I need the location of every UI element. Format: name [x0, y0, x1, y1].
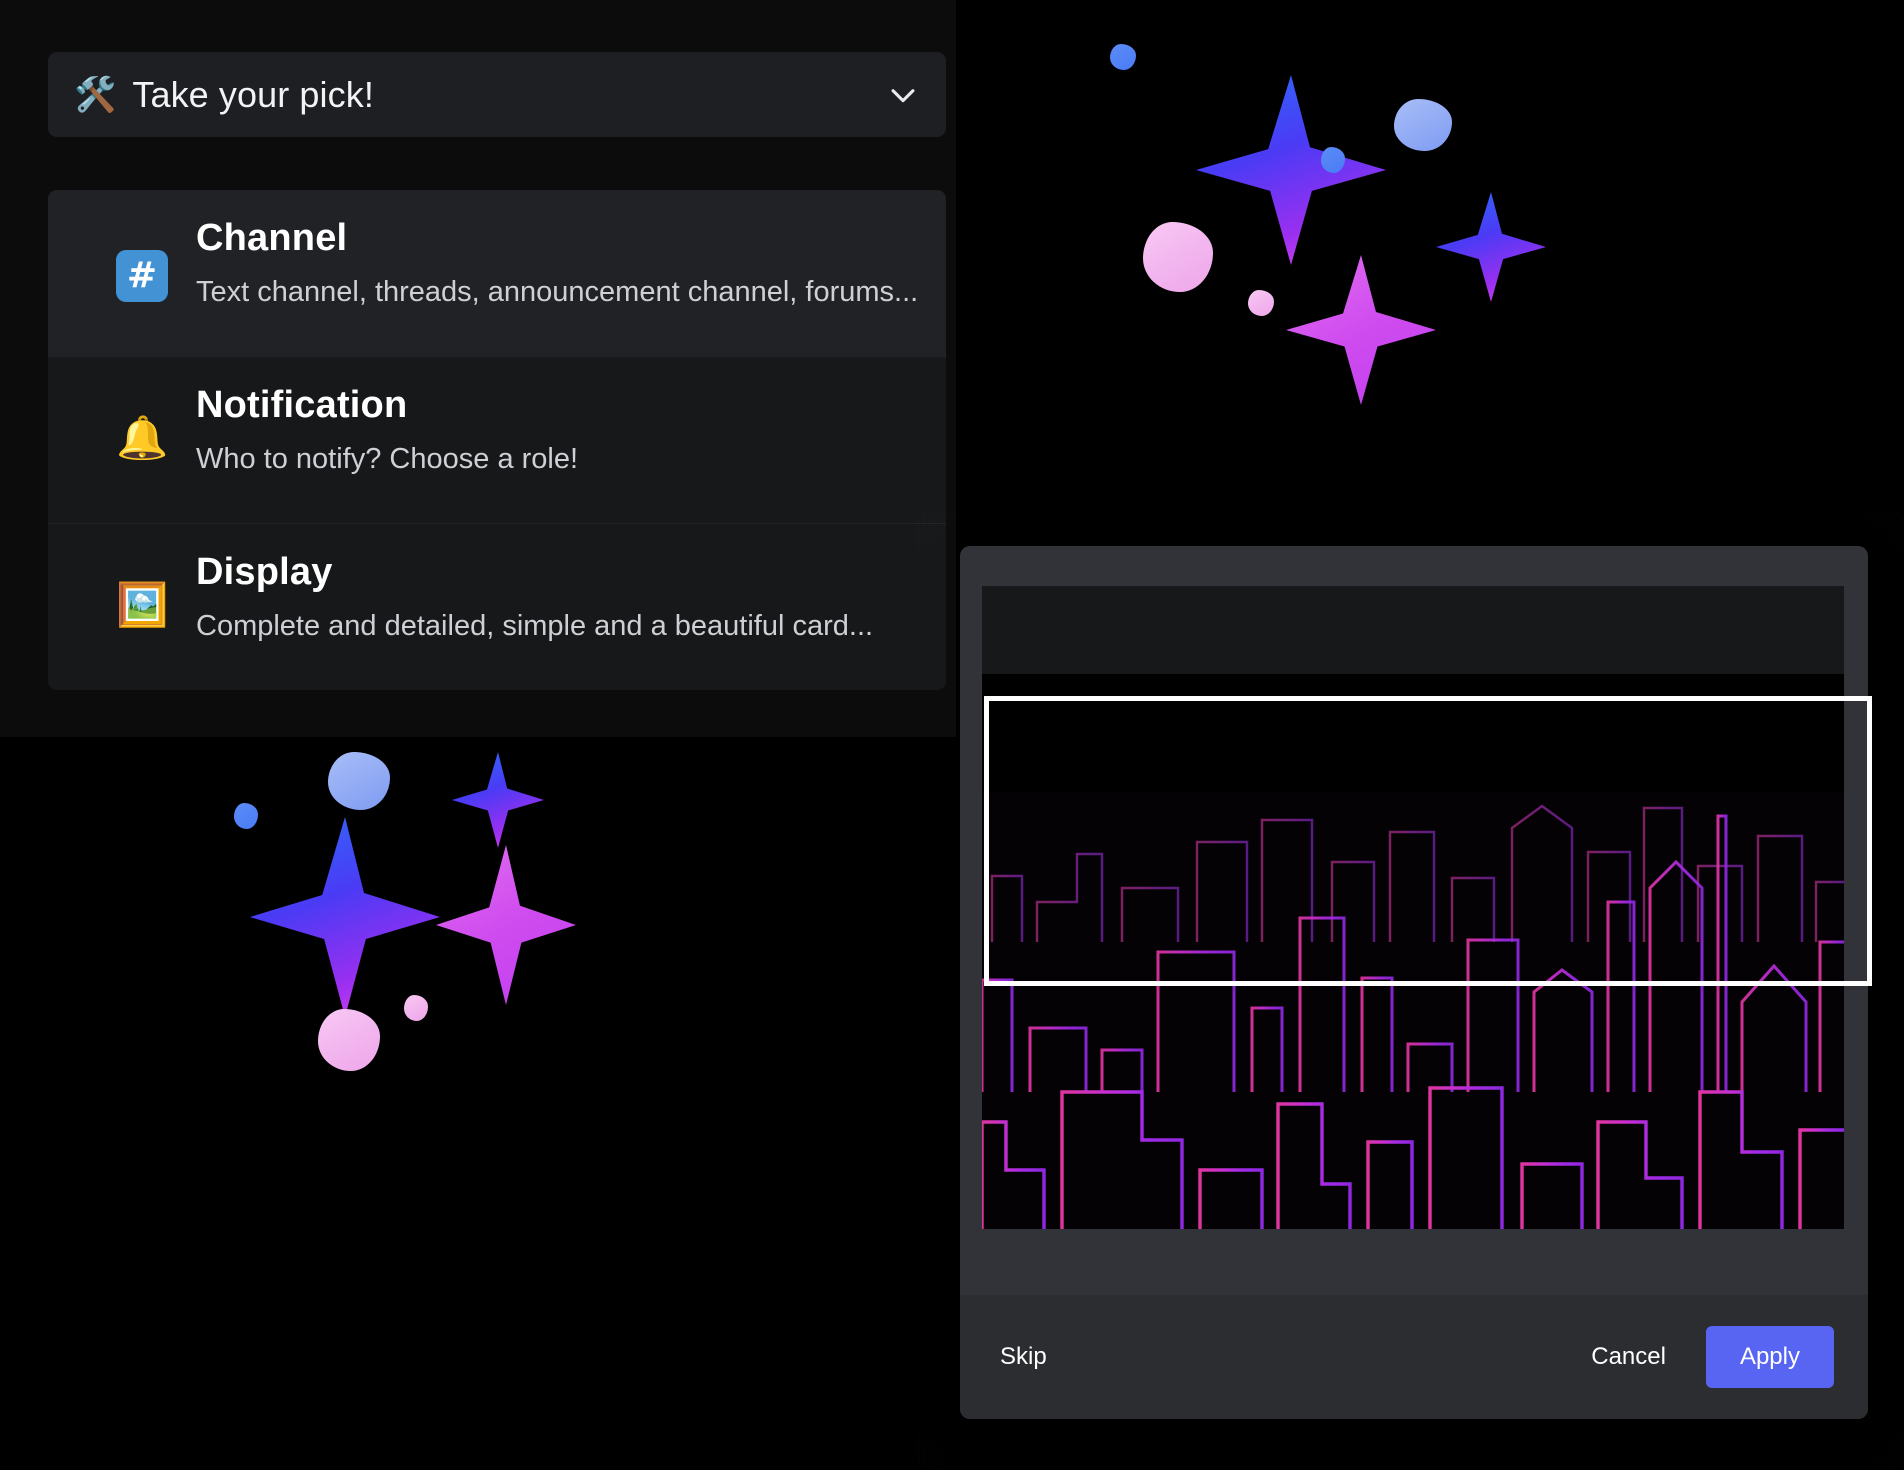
preview-letterbox	[982, 674, 1844, 796]
star-shape	[328, 752, 390, 810]
star-shape	[1143, 222, 1213, 292]
star-shape	[234, 803, 258, 829]
dialog-footer: Skip Cancel Apply	[960, 1295, 1868, 1419]
image-crop-dialog: Skip Cancel Apply	[960, 546, 1868, 1419]
option-description: Complete and detailed, simple and a beau…	[196, 609, 874, 642]
decorative-starfield-bottom	[0, 737, 920, 1470]
cancel-button[interactable]: Cancel	[1573, 1333, 1684, 1381]
apply-button[interactable]: Apply	[1705, 1326, 1834, 1388]
star-shape	[1110, 44, 1136, 70]
star-shape	[436, 845, 576, 1005]
star-shape	[318, 1009, 380, 1071]
take-your-pick-panel: 🛠️ Take your pick! # Channel Text channe…	[0, 0, 956, 737]
hash-tile: #	[116, 250, 168, 302]
skip-button[interactable]: Skip	[994, 1335, 1053, 1379]
hammer-and-wrench-emoji: 🛠️	[74, 74, 117, 115]
option-notification[interactable]: 🔔 Notification Who to notify? Choose a r…	[48, 357, 946, 523]
chevron-down-icon[interactable]	[886, 78, 920, 112]
star-shape	[1436, 192, 1546, 302]
star-shape	[1286, 255, 1436, 405]
screen-root: 🛠️ Take your pick! # Channel Text channe…	[0, 0, 1904, 1470]
hash-channel-icon: #	[116, 250, 168, 302]
option-title: Notification	[196, 384, 408, 426]
preview-image-skyline	[982, 792, 1844, 1229]
star-shape	[404, 995, 428, 1021]
bell-notification-emoji: 🔔	[116, 413, 169, 462]
star-shape	[1196, 75, 1386, 265]
picker-header[interactable]: 🛠️ Take your pick!	[48, 52, 946, 137]
framed-picture-emoji: 🖼️	[116, 580, 169, 629]
star-shape	[1394, 99, 1452, 151]
crop-preview-stage[interactable]	[982, 586, 1844, 1229]
option-title: Display	[196, 551, 333, 593]
option-description: Who to notify? Choose a role!	[196, 442, 579, 475]
star-shape	[1321, 147, 1345, 173]
preview-top-band	[982, 586, 1844, 674]
options-list: # Channel Text channel, threads, announc…	[48, 190, 946, 690]
picker-panel-inner: 🛠️ Take your pick! # Channel Text channe…	[0, 0, 956, 737]
option-description: Text channel, threads, announcement chan…	[196, 275, 919, 308]
option-display[interactable]: 🖼️ Display Complete and detailed, simple…	[48, 524, 946, 690]
star-shape	[1248, 290, 1274, 316]
page-title: Take your pick!	[132, 73, 374, 115]
star-shape	[452, 752, 544, 848]
option-channel[interactable]: # Channel Text channel, threads, announc…	[48, 190, 946, 356]
option-title: Channel	[196, 217, 348, 259]
decorative-starfield-top	[996, 0, 1904, 510]
star-shape	[250, 817, 440, 1017]
